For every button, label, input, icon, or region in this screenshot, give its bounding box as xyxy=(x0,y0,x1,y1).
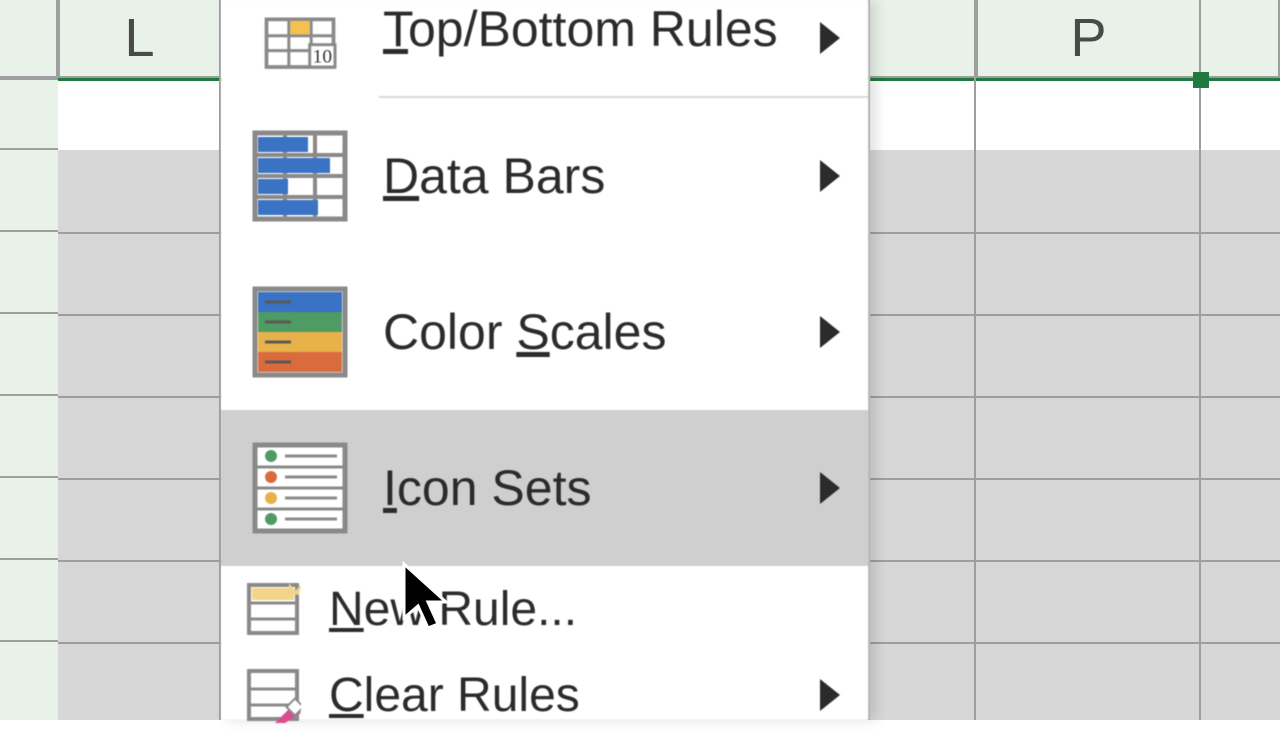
icon-sets-icon xyxy=(251,441,349,535)
menu-label: Color Scales xyxy=(383,303,666,361)
menu-item-new-rule[interactable]: New Rule... xyxy=(221,566,868,652)
menu-item-clear-rules[interactable]: Clear Rules xyxy=(221,652,868,738)
submenu-arrow-icon xyxy=(820,472,840,504)
select-all-corner[interactable] xyxy=(0,0,58,78)
submenu-arrow-icon xyxy=(820,316,840,348)
svg-text:10: 10 xyxy=(313,47,332,68)
menu-item-color-scales[interactable]: Color Scales xyxy=(221,254,868,410)
menu-item-data-bars[interactable]: Data Bars xyxy=(221,98,868,254)
column-header-edge[interactable] xyxy=(1201,0,1280,78)
submenu-arrow-icon xyxy=(820,22,840,54)
menu-item-top-bottom-rules[interactable]: 10 Top/Bottom Rules xyxy=(221,0,868,96)
menu-label: Top/Bottom Rules xyxy=(383,0,778,58)
conditional-formatting-menu: 10 Top/Bottom Rules Data xyxy=(221,0,870,720)
color-scales-icon xyxy=(251,285,349,379)
data-bars-icon xyxy=(251,129,349,223)
menu-label: Clear Rules xyxy=(329,668,580,723)
submenu-arrow-icon xyxy=(820,679,840,711)
selection-handle[interactable] xyxy=(1193,72,1209,88)
menu-item-icon-sets[interactable]: Icon Sets xyxy=(221,410,868,566)
menu-label: New Rule... xyxy=(329,582,577,637)
top-bottom-rules-icon: 10 xyxy=(251,0,349,70)
new-rule-icon xyxy=(245,581,301,637)
menu-label: Data Bars xyxy=(383,147,605,205)
row-header-strip[interactable] xyxy=(0,78,60,720)
column-header-L[interactable]: L xyxy=(58,0,221,78)
column-header-partial[interactable] xyxy=(868,0,976,78)
column-header-P[interactable]: P xyxy=(976,0,1201,78)
submenu-arrow-icon xyxy=(820,160,840,192)
clear-rules-icon xyxy=(245,667,301,723)
menu-label: Icon Sets xyxy=(383,459,591,517)
